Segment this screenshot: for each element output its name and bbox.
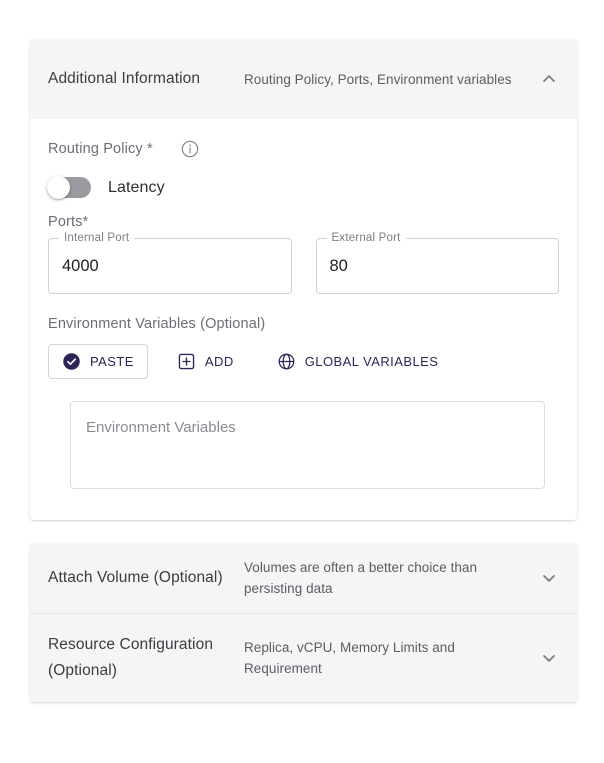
globe-icon (277, 352, 296, 371)
environment-variables-button-row: PASTE ADD GLOBAL VARIABLES (48, 344, 559, 379)
accordion-resource-configuration: Resource Configuration (Optional) Replic… (30, 614, 577, 702)
ports-row: Internal Port External Port (48, 231, 559, 294)
routing-policy-label: Routing Policy * (48, 141, 153, 157)
global-variables-button[interactable]: GLOBAL VARIABLES (263, 344, 453, 379)
accordion-attach-volume: Attach Volume (Optional) Volumes are oft… (30, 543, 577, 613)
accordion-subtitle-attach-volume: Volumes are often a better choice than p… (244, 560, 478, 596)
chevron-up-icon[interactable] (537, 67, 561, 91)
environment-variables-label: Environment Variables (Optional) (48, 316, 266, 332)
page-root: Additional Information Routing Policy, P… (0, 0, 604, 763)
check-circle-filled-icon (62, 352, 81, 371)
switch-knob (47, 176, 70, 199)
internal-port-field[interactable]: Internal Port (48, 231, 292, 294)
external-port-input[interactable] (315, 238, 559, 294)
environment-variables-textarea-wrapper (48, 401, 559, 494)
latency-switch-row: Latency (47, 176, 559, 199)
chevron-down-icon[interactable] (537, 646, 561, 670)
latency-toggle-switch[interactable] (47, 176, 91, 199)
ports-label: Ports* (48, 214, 89, 230)
accordion-header-attach-volume[interactable]: Attach Volume (Optional) Volumes are oft… (30, 543, 577, 613)
accordion-title-resource-configuration: Resource Configuration (Optional) (48, 636, 214, 679)
accordion-subtitle-additional-information: Routing Policy, Ports, Environment varia… (244, 71, 512, 87)
global-variables-button-label: GLOBAL VARIABLES (304, 354, 439, 369)
accordion-title-attach-volume: Attach Volume (Optional) (48, 569, 223, 586)
environment-variables-textarea[interactable] (70, 401, 545, 489)
info-circle-icon[interactable] (180, 139, 200, 159)
paste-button[interactable]: PASTE (48, 344, 148, 379)
add-button[interactable]: ADD (163, 344, 248, 379)
internal-port-input[interactable] (48, 238, 292, 294)
accordion-body-additional-information: Routing Policy * Latency Ports* Internal… (30, 119, 577, 520)
external-port-field[interactable]: External Port (315, 231, 559, 294)
accordion-stack-collapsed: Attach Volume (Optional) Volumes are oft… (30, 543, 577, 702)
routing-policy-label-row: Routing Policy * (48, 139, 559, 159)
paste-button-label: PASTE (90, 354, 134, 369)
add-button-label: ADD (204, 354, 234, 369)
latency-switch-label: Latency (108, 178, 165, 196)
accordion-additional-information: Additional Information Routing Policy, P… (30, 39, 577, 520)
accordion-subtitle-resource-configuration: Replica, vCPU, Memory Limits and Require… (244, 640, 455, 676)
chevron-down-icon[interactable] (537, 566, 561, 590)
accordion-header-resource-configuration[interactable]: Resource Configuration (Optional) Replic… (30, 614, 577, 702)
accordion-header-additional-information[interactable]: Additional Information Routing Policy, P… (30, 39, 577, 119)
plus-square-icon (177, 352, 196, 371)
accordion-title-additional-information: Additional Information (48, 70, 201, 87)
